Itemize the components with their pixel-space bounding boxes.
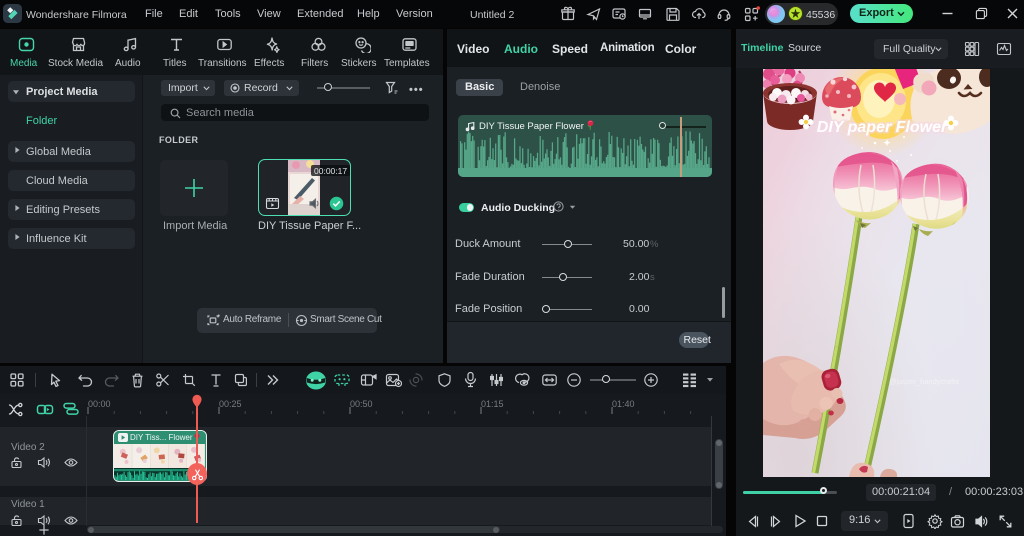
svg-text:DIY paper Flower: DIY paper Flower <box>817 119 948 136</box>
svg-text:@paper_handycrafts: @paper_handycrafts <box>889 377 959 386</box>
